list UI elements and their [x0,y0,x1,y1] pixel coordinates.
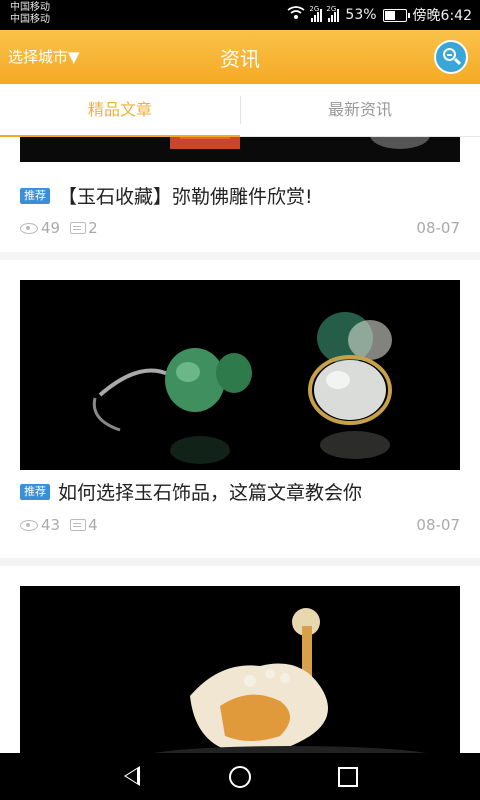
article-image [20,280,460,470]
list-item[interactable] [0,566,480,753]
article-title[interactable]: 【玉石收藏】弥勒佛雕件欣赏! [58,182,313,209]
app-header: 选择城市▼ 资讯 [0,30,480,84]
tab-latest[interactable]: 最新资讯 [240,84,480,136]
list-item[interactable]: 推荐 【玉石收藏】弥勒佛雕件欣赏! 49 2 08-07 [0,137,480,260]
carrier-1: 中国移动 [10,2,50,13]
signal-icon-1: 2G [309,5,323,22]
comment-count: 4 [88,516,98,534]
view-count: 49 [41,219,61,237]
article-meta: 49 2 08-07 [20,219,460,237]
article-list[interactable]: 推荐 【玉石收藏】弥勒佛雕件欣赏! 49 2 08-07 推荐 如何选择玉石饰品… [0,137,480,753]
article-image [20,586,460,753]
carrier-labels: 中国移动 中国移动 [10,2,50,26]
article-title[interactable]: 如何选择玉石饰品，这篇文章教会你 [58,478,362,505]
article-meta: 43 4 08-07 [20,516,460,534]
status-bar: 中国移动 中国移动 2G 2G 53% 傍晚6:42 [0,0,480,30]
article-title-row: 推荐 如何选择玉石饰品，这篇文章教会你 [20,478,362,505]
article-image [20,137,460,162]
wifi-icon [287,6,305,24]
comment-count: 2 [88,219,98,237]
signal-icon-2: 2G [326,5,340,22]
list-item[interactable]: 推荐 如何选择玉石饰品，这篇文章教会你 43 4 08-07 [0,260,480,566]
tab-divider [240,96,241,124]
clock: 傍晚6:42 [412,8,472,24]
comment-icon [70,222,87,234]
page-title: 资讯 [220,47,260,71]
eye-icon [20,519,38,531]
article-date: 08-07 [416,219,460,237]
recommend-badge: 推荐 [20,187,50,204]
eye-icon [20,222,38,234]
article-date: 08-07 [416,516,460,534]
battery-icon [382,8,410,22]
search-button[interactable] [434,40,468,74]
battery-percent: 53% [345,7,377,23]
tab-featured[interactable]: 精品文章 [0,84,240,137]
carrier-2: 中国移动 [10,14,50,25]
recommend-badge: 推荐 [20,483,50,500]
view-count: 43 [41,516,61,534]
article-title-row: 推荐 【玉石收藏】弥勒佛雕件欣赏! [20,182,313,209]
back-icon[interactable] [124,766,140,786]
home-icon[interactable] [229,766,251,788]
comment-icon [70,519,87,531]
status-indicators: 2G 2G 53% 傍晚6:42 [287,0,472,30]
recent-apps-icon[interactable] [338,767,358,787]
system-nav-bar [0,753,480,800]
